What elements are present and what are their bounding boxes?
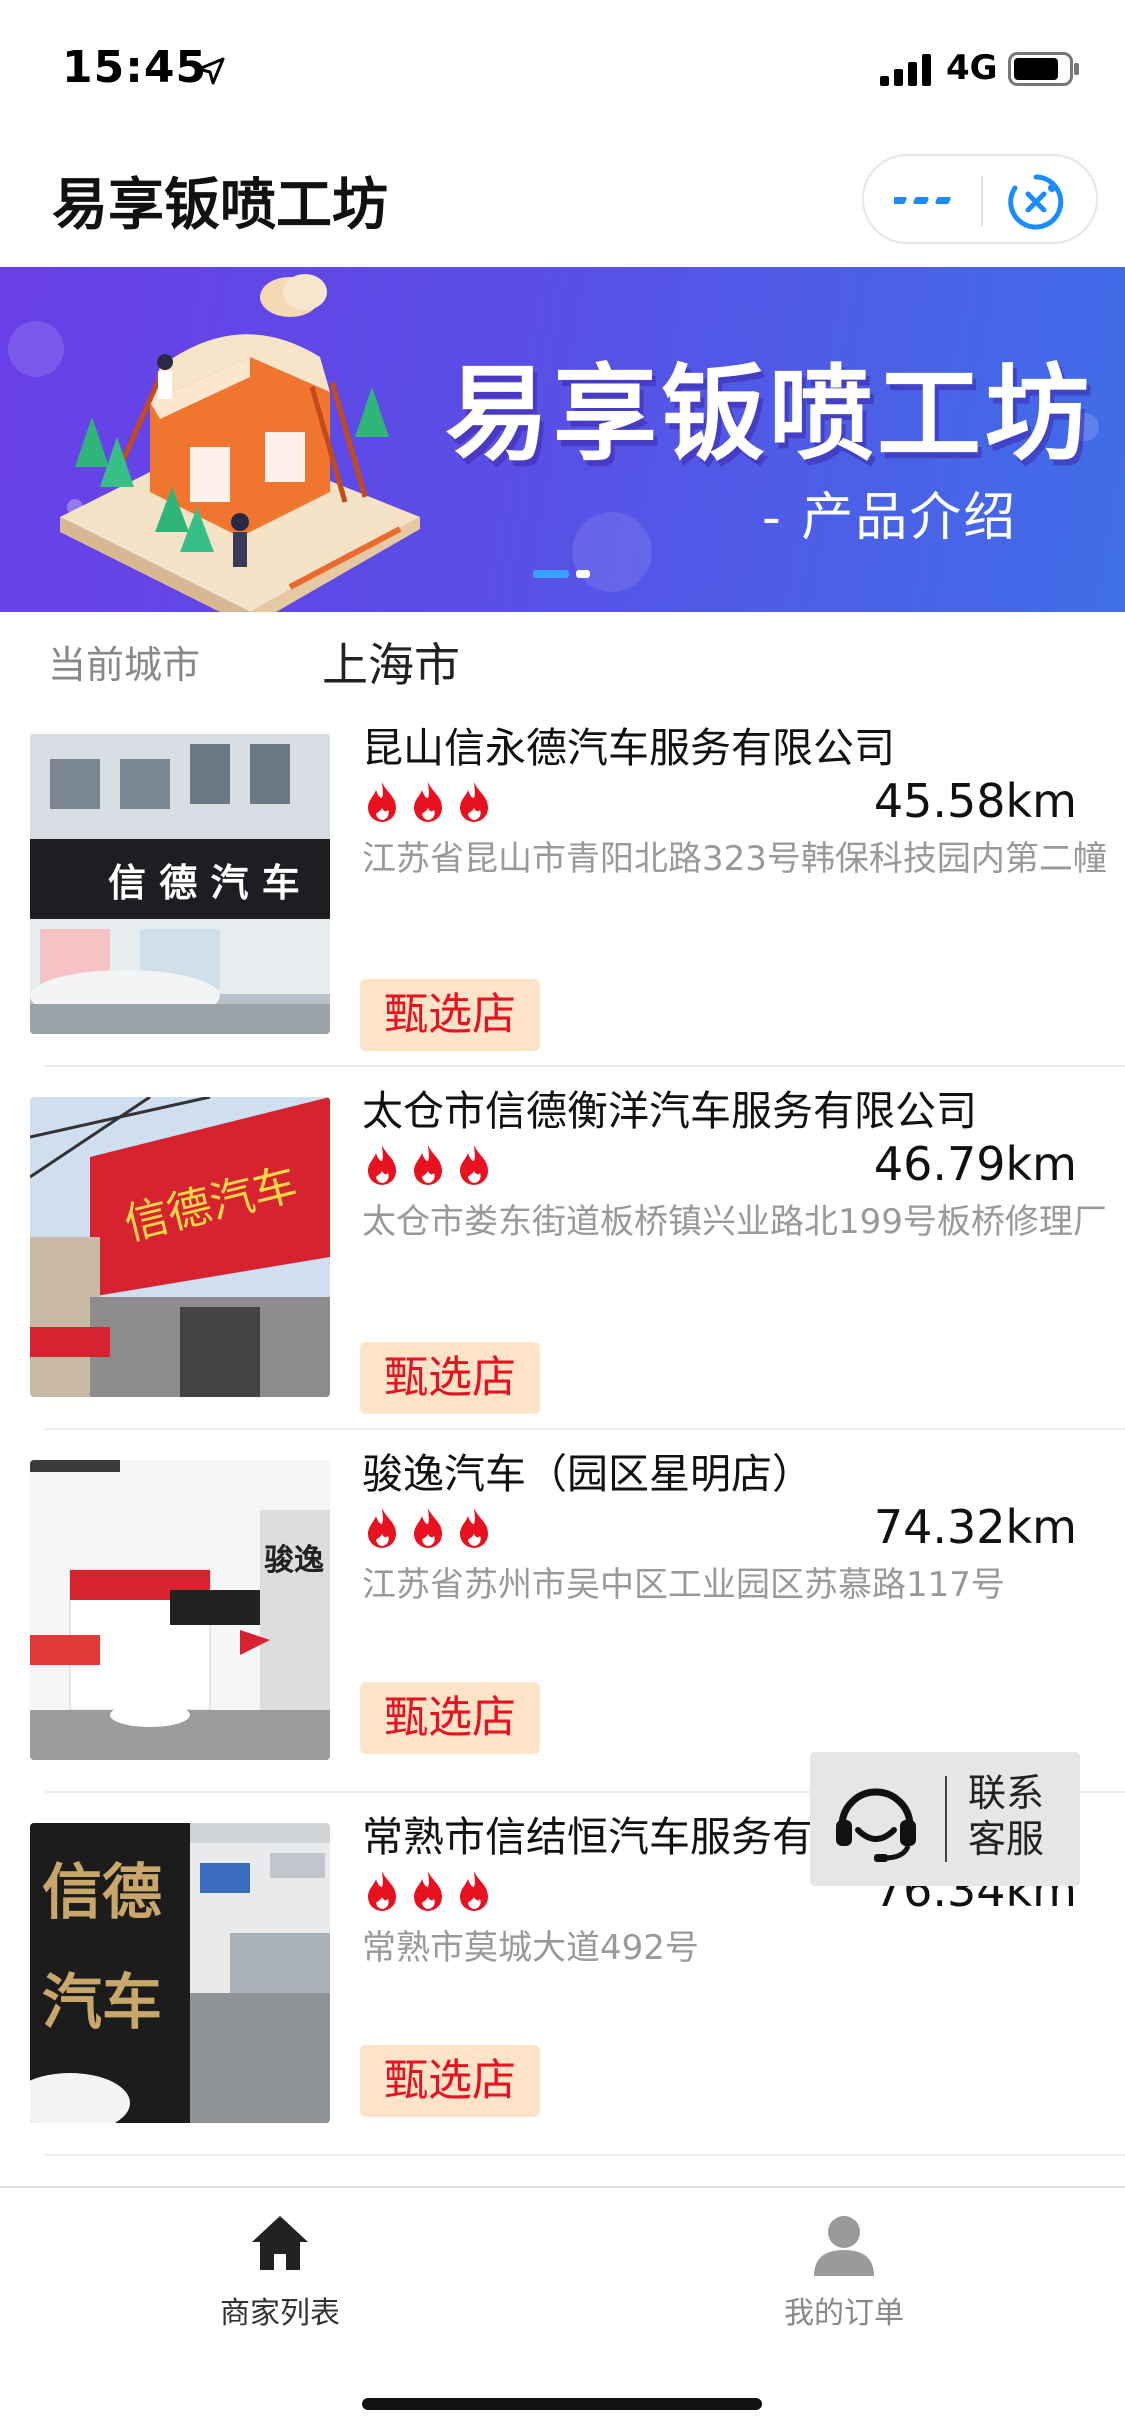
banner-subtitle: - 产品介绍 — [762, 488, 1018, 548]
status-time: 15:45 — [62, 42, 208, 93]
flame-icon — [460, 1508, 488, 1548]
rating-flames — [362, 1143, 512, 1187]
customer-service-button[interactable]: 联系客服 — [810, 1752, 1080, 1886]
home-indicator — [362, 2398, 762, 2410]
shop-address: 常熟市莫城大道492号 — [362, 1928, 699, 1968]
flame-icon — [368, 782, 396, 822]
tab-my-orders[interactable]: 我的订单 — [694, 2212, 994, 2342]
shop-name: 太仓市信德衡洋汽车服务有限公司 — [362, 1087, 977, 1135]
shop-name: 骏逸汽车（园区星明店） — [362, 1450, 813, 1498]
svg-text:汽车: 汽车 — [42, 1968, 162, 2038]
rating-flames — [362, 1869, 512, 1913]
close-mini-program-icon[interactable] — [1006, 172, 1066, 232]
shop-distance: 74.32km — [873, 1500, 1077, 1554]
svg-text:信 德 汽 车: 信 德 汽 车 — [108, 861, 300, 905]
flame-icon — [368, 1145, 396, 1185]
shop-item[interactable]: 骏逸 骏逸汽车（园区星明店） 74.32km 江苏省苏州市吴中区工业园区苏慕路1… — [0, 1430, 1125, 1793]
flame-icon — [414, 782, 442, 822]
city-value[interactable]: 上海市 — [322, 629, 460, 695]
more-icon[interactable] — [894, 184, 958, 218]
shop-photo: 骏逸 — [30, 1460, 330, 1760]
flame-icon — [414, 1508, 442, 1548]
featured-badge: 甄选店 — [360, 1682, 540, 1754]
shop-address: 江苏省苏州市吴中区工业园区苏慕路117号 — [362, 1565, 1005, 1605]
banner-title: 易享钣喷工坊 — [445, 353, 1094, 475]
carousel-dot-active[interactable] — [533, 570, 569, 578]
shop-item[interactable]: 信德汽车 太仓市信德衡洋汽车服务有限公司 46.79km 太仓市娄东街道板桥镇兴… — [0, 1067, 1125, 1430]
tab-label: 我的订单 — [784, 2296, 904, 2331]
flame-icon — [460, 1871, 488, 1911]
network-type: 4G — [946, 48, 998, 88]
status-bar: 15:45 4G — [0, 0, 1125, 132]
flame-icon — [414, 1145, 442, 1185]
flame-icon — [460, 1145, 488, 1185]
svg-text:骏逸: 骏逸 — [264, 1543, 324, 1578]
location-arrow-icon — [197, 57, 225, 85]
mini-program-capsule — [862, 154, 1098, 244]
shop-photo: 信 德 汽 车 — [30, 734, 330, 1034]
flame-icon — [460, 782, 488, 822]
shop-item[interactable]: 信 德 汽 车 昆山信永德汽车服务有限公司 45.58km 江苏省昆山市青阳北路… — [0, 704, 1125, 1067]
city-label: 当前城市 — [48, 643, 201, 687]
home-icon — [252, 2216, 308, 2270]
user-icon — [814, 2216, 874, 2276]
flame-icon — [368, 1871, 396, 1911]
featured-badge: 甄选店 — [360, 979, 540, 1051]
shop-photo: 信德汽车 — [30, 1097, 330, 1397]
shop-photo: 信德 汽车 — [30, 1823, 330, 2123]
featured-badge: 甄选店 — [360, 2045, 540, 2117]
nav-bar: 易享钣喷工坊 — [0, 132, 1125, 267]
flame-icon — [368, 1508, 396, 1548]
capsule-divider — [981, 176, 983, 226]
signal-icon — [880, 54, 931, 86]
svg-text:信德: 信德 — [42, 1858, 162, 1928]
battery-icon — [1008, 52, 1079, 86]
cs-divider — [945, 1776, 947, 1862]
shop-distance: 45.58km — [873, 774, 1077, 828]
city-selector[interactable]: 当前城市 上海市 — [0, 612, 1125, 704]
customer-service-label: 联系客服 — [968, 1771, 1045, 1861]
rating-flames — [362, 780, 512, 824]
shop-distance: 46.79km — [873, 1137, 1077, 1191]
tab-shop-list[interactable]: 商家列表 — [130, 2212, 430, 2342]
tab-label: 商家列表 — [220, 2296, 340, 2331]
flame-icon — [414, 1871, 442, 1911]
rating-flames — [362, 1506, 512, 1550]
banner-carousel[interactable]: 易享钣喷工坊 - 产品介绍 — [0, 267, 1125, 612]
shop-name: 昆山信永德汽车服务有限公司 — [362, 724, 895, 772]
divider — [45, 2154, 1125, 2156]
featured-badge: 甄选店 — [360, 1342, 540, 1414]
carousel-dot[interactable] — [576, 570, 590, 578]
headset-icon — [836, 1788, 916, 1862]
shop-address: 太仓市娄东街道板桥镇兴业路北199号板桥修理厂 — [362, 1202, 1107, 1242]
page-title: 易享钣喷工坊 — [52, 173, 388, 238]
shop-address: 江苏省昆山市青阳北路323号韩保科技园内第二幢 — [362, 839, 1107, 879]
